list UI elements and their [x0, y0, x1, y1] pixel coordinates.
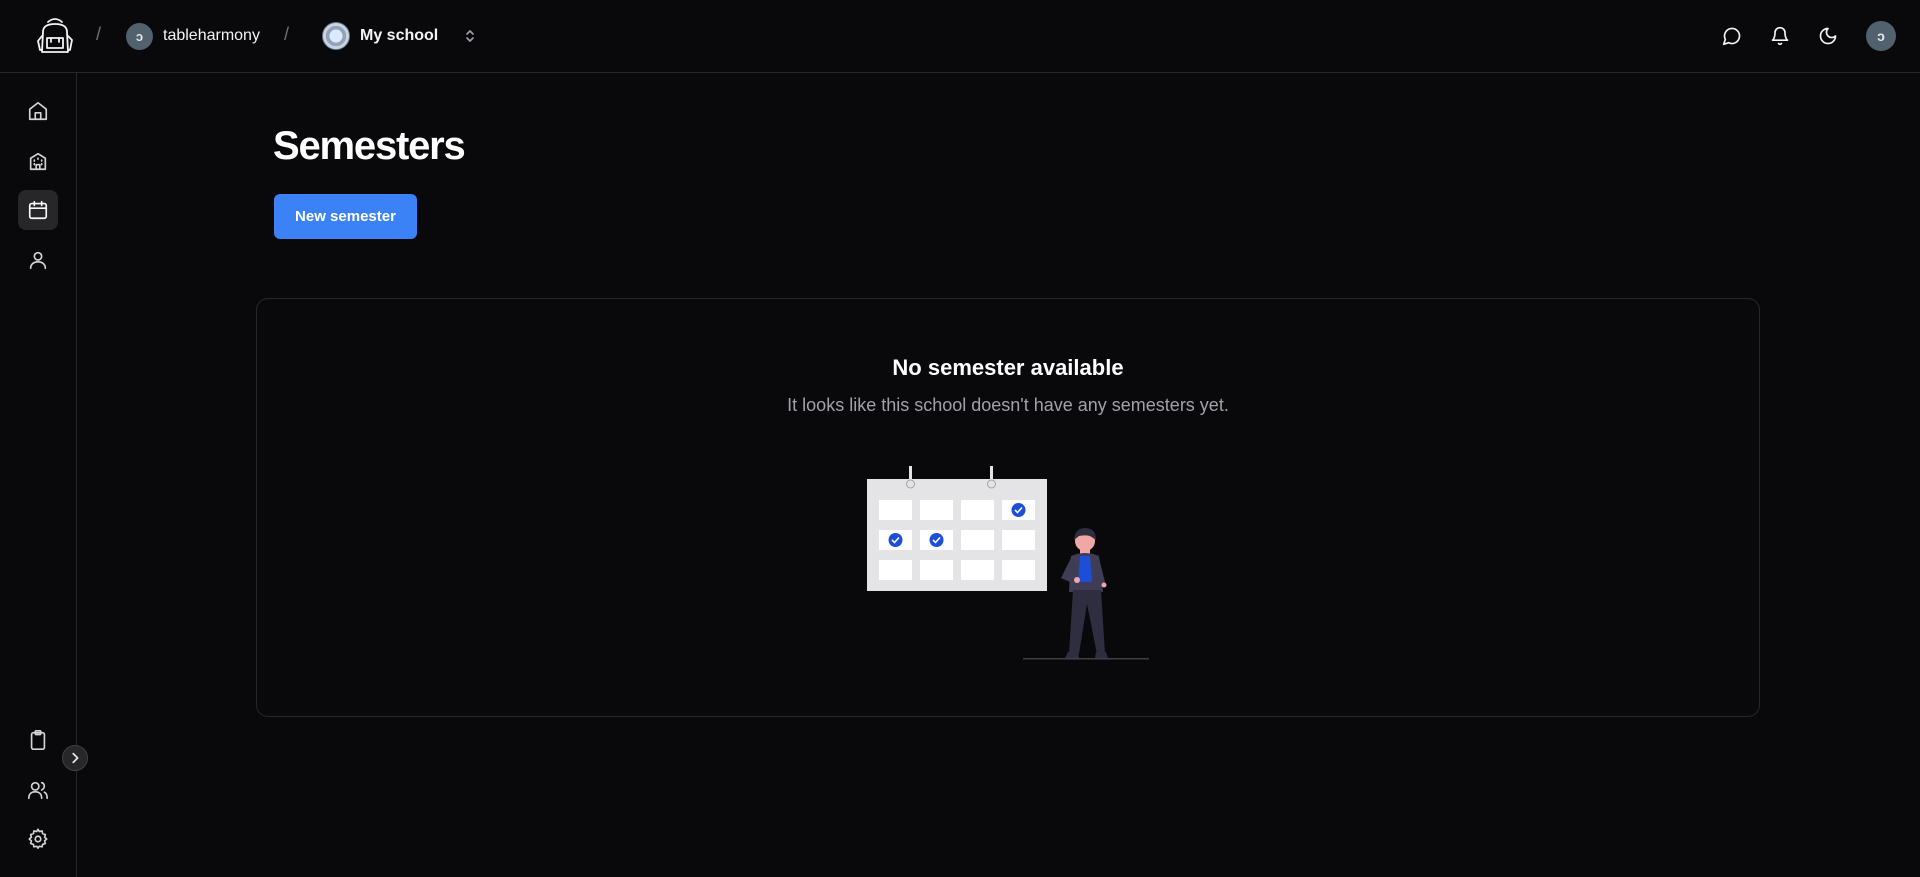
workspace-avatar: ↄ	[126, 22, 153, 50]
breadcrumb-separator: /	[284, 24, 290, 44]
header-actions: ↄ	[1708, 20, 1896, 52]
user-icon	[27, 249, 49, 271]
chevron-right-icon	[68, 751, 82, 765]
school-name: My school	[360, 27, 439, 44]
sidebar-item-home[interactable]	[18, 91, 58, 131]
sidebar-item-settings[interactable]	[18, 819, 58, 859]
chevron-up-down-icon[interactable]	[462, 28, 478, 44]
top-bar: / ↄ tableharmony / My school ↄ	[0, 0, 1920, 73]
breadcrumb-workspace[interactable]: ↄ tableharmony	[126, 22, 260, 50]
sidebar-collapse-button[interactable]	[62, 745, 88, 771]
clipboard-icon	[27, 729, 49, 751]
page-title: Semesters	[273, 124, 466, 168]
sidebar-item-semesters[interactable]	[18, 190, 58, 230]
sidebar-item-school[interactable]	[18, 141, 58, 181]
home-icon	[27, 100, 49, 122]
sidebar-item-profile[interactable]	[18, 240, 58, 280]
chat-icon[interactable]	[1708, 20, 1756, 52]
empty-state-title: No semester available	[892, 355, 1124, 380]
calendar-with-person-illustration	[865, 464, 1165, 664]
backpack-logo-icon[interactable]	[34, 14, 76, 56]
sidebar-item-clipboard[interactable]	[18, 720, 58, 760]
moon-icon[interactable]	[1804, 20, 1852, 52]
school-avatar	[322, 22, 350, 50]
breadcrumb-separator: /	[96, 24, 102, 44]
empty-state-description: It looks like this school doesn't have a…	[787, 395, 1229, 415]
users-icon	[27, 779, 49, 801]
sidebar-item-users[interactable]	[18, 770, 58, 810]
bell-icon[interactable]	[1756, 20, 1804, 52]
breadcrumb-school[interactable]: My school	[322, 22, 478, 50]
workspace-name: tableharmony	[163, 27, 260, 44]
empty-state-card: No semester available It looks like this…	[256, 298, 1760, 717]
user-avatar[interactable]: ↄ	[1866, 21, 1896, 51]
sidebar	[0, 73, 88, 877]
building-icon	[27, 150, 49, 172]
new-semester-button[interactable]: New semester	[274, 194, 417, 239]
gear-icon	[27, 828, 49, 850]
calendar-icon	[27, 199, 49, 221]
